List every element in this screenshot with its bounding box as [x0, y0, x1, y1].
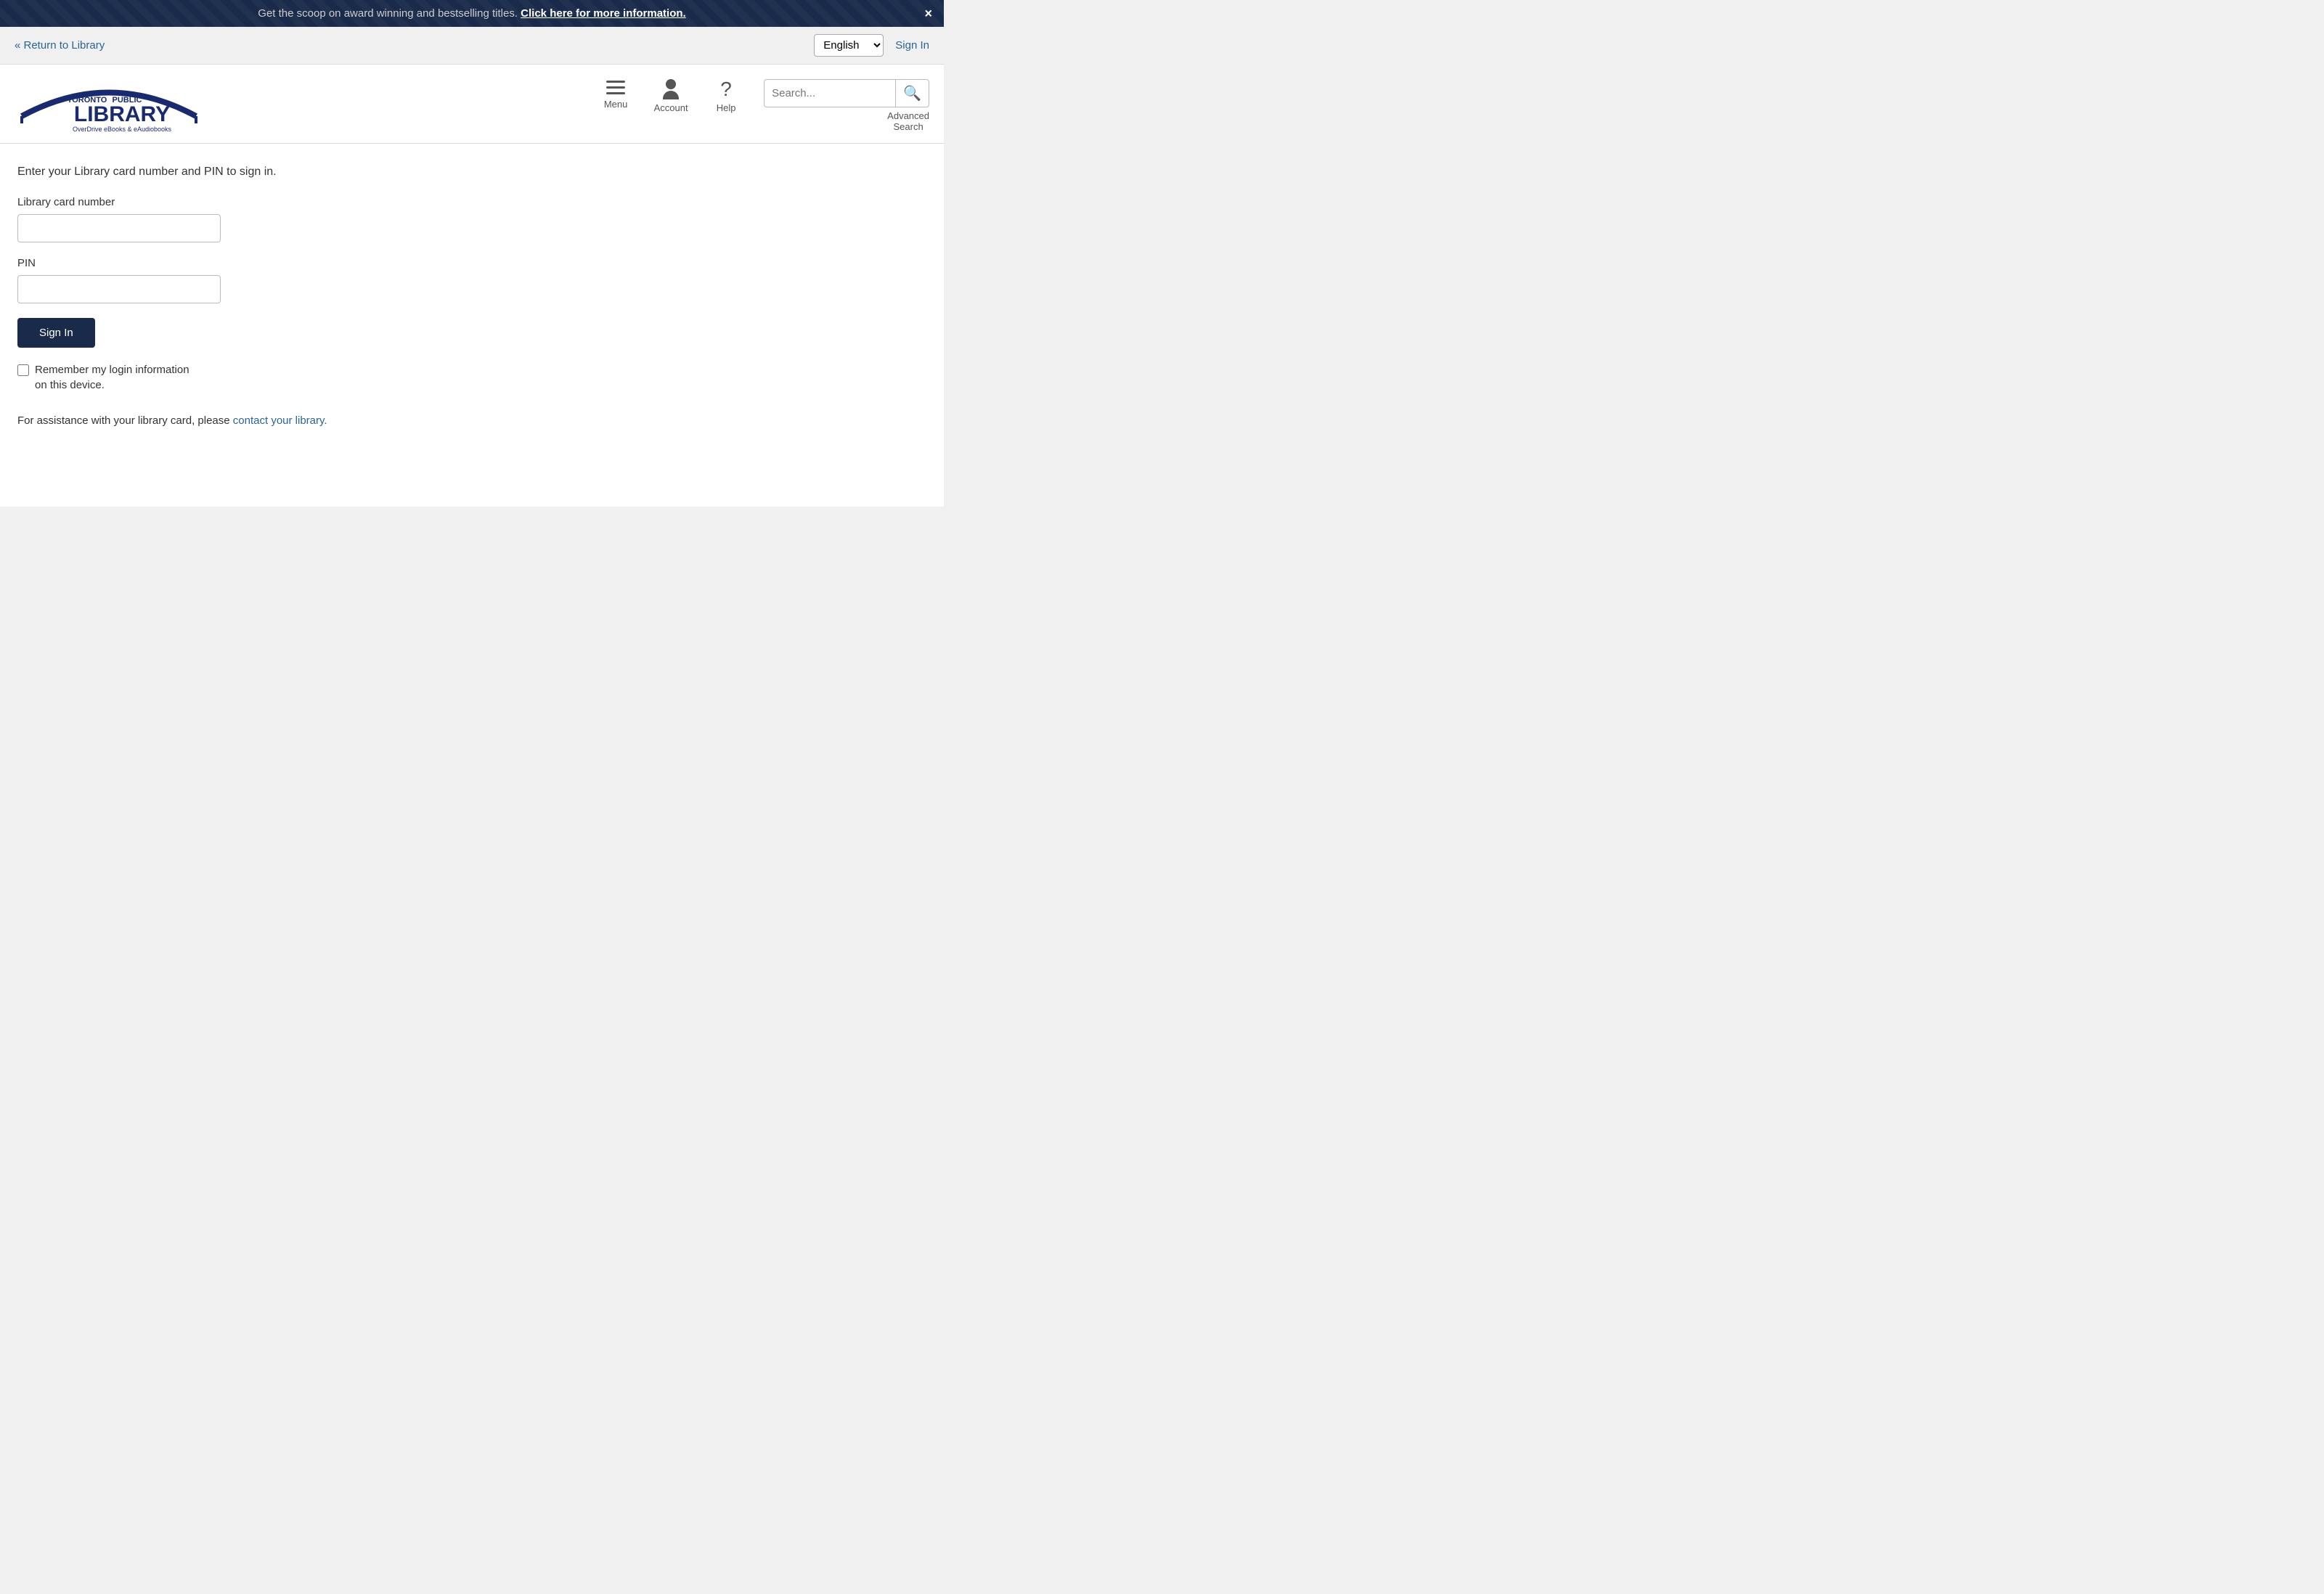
library-logo: TORONTO PUBLIC LIBRARY OverDrive eBooks …: [15, 76, 203, 134]
account-label: Account: [654, 102, 688, 113]
return-to-library-link[interactable]: « Return to Library: [15, 39, 105, 52]
search-input-row: 🔍: [764, 79, 929, 107]
help-icon: ?: [720, 79, 732, 99]
account-button[interactable]: Account: [653, 79, 688, 113]
promo-banner: Get the scoop on award winning and bests…: [0, 0, 944, 27]
remember-row: Remember my login informationon this dev…: [17, 362, 926, 393]
banner-text: Get the scoop on award winning and bests…: [258, 7, 518, 20]
help-label: Help: [717, 102, 736, 113]
menu-button[interactable]: Menu: [598, 79, 633, 110]
pin-label: PIN: [17, 257, 926, 269]
search-input[interactable]: [765, 81, 895, 105]
help-button[interactable]: ? Help: [709, 79, 743, 113]
sign-in-link[interactable]: Sign In: [895, 39, 929, 52]
pin-group: PIN: [17, 257, 926, 303]
pin-input[interactable]: [17, 275, 221, 303]
search-button[interactable]: 🔍: [895, 80, 929, 107]
card-number-input[interactable]: [17, 214, 221, 242]
advanced-search-link[interactable]: AdvancedSearch: [887, 110, 929, 132]
svg-text:OverDrive eBooks & eAudiobooks: OverDrive eBooks & eAudiobooks: [73, 126, 172, 133]
site-header: TORONTO PUBLIC LIBRARY OverDrive eBooks …: [0, 65, 944, 144]
card-number-group: Library card number: [17, 196, 926, 242]
intro-text: Enter your Library card number and PIN t…: [17, 165, 926, 179]
search-area: 🔍 AdvancedSearch: [764, 79, 929, 132]
menu-icon: [606, 79, 625, 96]
menu-label: Menu: [604, 99, 628, 110]
banner-close-button[interactable]: ×: [924, 6, 932, 21]
main-content: Enter your Library card number and PIN t…: [0, 144, 944, 507]
search-icon: 🔍: [903, 86, 921, 102]
account-icon: [663, 79, 679, 99]
language-select[interactable]: English Français Español: [814, 34, 884, 57]
sign-in-button[interactable]: Sign In: [17, 318, 95, 348]
banner-link[interactable]: Click here for more information.: [521, 7, 686, 20]
header-actions: Menu Account ? Help 🔍 AdvancedSearch: [598, 79, 929, 132]
assistance-text: For assistance with your library card, p…: [17, 414, 926, 427]
contact-library-link[interactable]: contact your library.: [233, 414, 327, 427]
logo-area[interactable]: TORONTO PUBLIC LIBRARY OverDrive eBooks …: [15, 76, 203, 134]
svg-text:LIBRARY: LIBRARY: [74, 102, 170, 126]
top-nav-right: English Français Español Sign In: [814, 34, 929, 57]
card-number-label: Library card number: [17, 196, 926, 208]
top-nav: « Return to Library English Français Esp…: [0, 27, 944, 65]
remember-label: Remember my login informationon this dev…: [35, 362, 189, 393]
remember-checkbox[interactable]: [17, 364, 29, 376]
